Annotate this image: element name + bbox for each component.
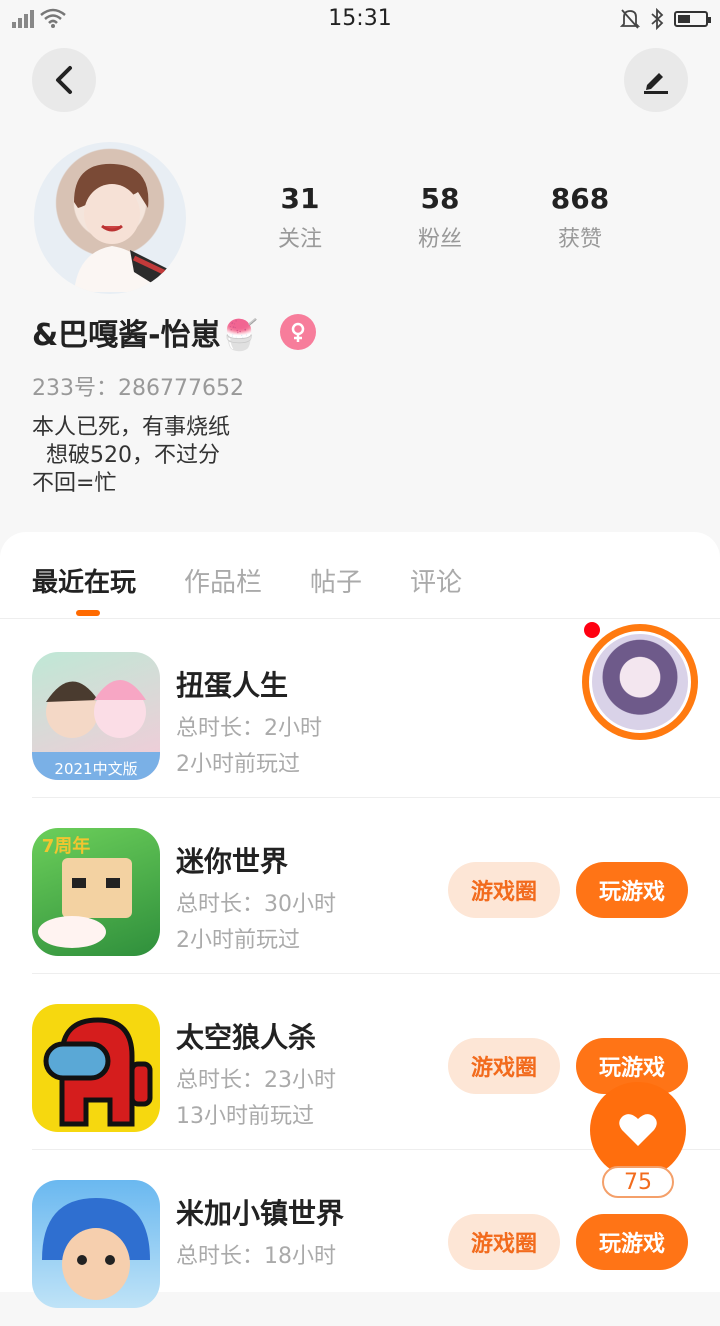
play-game-button[interactable]: 玩游戏 bbox=[576, 1214, 688, 1270]
tab-posts[interactable]: 帖子 bbox=[310, 562, 362, 599]
game-icon[interactable] bbox=[32, 1004, 160, 1132]
game-last-played: 2小时前玩过 bbox=[176, 928, 300, 953]
game-name: 迷你世界 bbox=[176, 845, 289, 878]
game-name: 扭蛋人生 bbox=[176, 669, 289, 702]
floating-avatar-image bbox=[589, 631, 691, 733]
status-bar: 15:31 bbox=[0, 0, 720, 40]
like-button[interactable] bbox=[590, 1082, 686, 1178]
bluetooth-icon bbox=[651, 8, 664, 30]
mute-bell-icon bbox=[620, 9, 640, 29]
heart-icon bbox=[619, 1114, 657, 1146]
tab-comments[interactable]: 评论 bbox=[410, 562, 462, 599]
stat-following[interactable]: 31 关注 bbox=[230, 182, 370, 253]
game-list-item[interactable]: 7周年 迷你世界 总时长：30小时 2小时前玩过 游戏圈 玩游戏 bbox=[32, 798, 720, 974]
bio: 本人已死，有事烧纸 想破520，不过分 不回=忙 bbox=[32, 415, 231, 496]
back-arrow-icon bbox=[56, 66, 72, 94]
floating-user-avatar[interactable] bbox=[582, 624, 698, 740]
game-last-played: 2小时前玩过 bbox=[176, 752, 300, 777]
tab-works[interactable]: 作品栏 bbox=[184, 562, 262, 599]
stat-number: 58 bbox=[420, 182, 460, 215]
female-gender-icon bbox=[279, 314, 316, 350]
user-id: 233号：286777652 bbox=[32, 376, 244, 401]
username-row: &巴嘎酱-怡崽🍧 bbox=[32, 310, 316, 354]
tab-recently-played[interactable]: 最近在玩 bbox=[32, 562, 136, 616]
game-icon-label: 2021中文版 bbox=[54, 760, 137, 778]
battery-icon bbox=[674, 11, 711, 27]
stat-label: 粉丝 bbox=[417, 227, 462, 252]
username: &巴嘎酱-怡崽🍧 bbox=[32, 318, 258, 353]
game-circle-button[interactable]: 游戏圈 bbox=[448, 1214, 560, 1270]
game-icon-label: 7周年 bbox=[42, 835, 91, 857]
game-duration: 总时长：30小时 bbox=[176, 892, 336, 917]
game-icon[interactable]: 2021中文版 bbox=[32, 652, 160, 780]
game-last-played: 13小时前玩过 bbox=[176, 1104, 314, 1129]
tab-divider bbox=[0, 618, 720, 619]
game-circle-button[interactable]: 游戏圈 bbox=[448, 862, 560, 918]
game-name: 米加小镇世界 bbox=[176, 1197, 345, 1230]
stat-followers[interactable]: 58 粉丝 bbox=[370, 182, 510, 253]
edit-pencil-icon bbox=[644, 73, 668, 94]
stat-number: 868 bbox=[550, 182, 610, 215]
play-game-button[interactable]: 玩游戏 bbox=[576, 862, 688, 918]
avatar[interactable] bbox=[34, 142, 186, 294]
notification-dot bbox=[584, 622, 600, 638]
game-icon[interactable]: 7周年 bbox=[32, 828, 160, 956]
stat-label: 关注 bbox=[277, 227, 322, 252]
stat-number: 31 bbox=[280, 182, 320, 215]
game-icon[interactable] bbox=[32, 1180, 160, 1308]
game-duration: 总时长：18小时 bbox=[176, 1244, 336, 1269]
back-button[interactable] bbox=[32, 48, 96, 112]
stat-label: 获赞 bbox=[557, 227, 602, 252]
stat-likes[interactable]: 868 获赞 bbox=[510, 182, 650, 253]
avatar-illustration bbox=[74, 163, 174, 292]
tab-bar: 最近在玩 作品栏 帖子 评论 bbox=[32, 562, 462, 616]
status-time: 15:31 bbox=[328, 6, 392, 31]
game-duration: 总时长：23小时 bbox=[176, 1068, 336, 1093]
profile-stats: 31 关注 58 粉丝 868 获赞 bbox=[230, 182, 650, 253]
like-count: 75 bbox=[602, 1166, 674, 1198]
status-right bbox=[620, 8, 711, 30]
game-circle-button[interactable]: 游戏圈 bbox=[448, 1038, 560, 1094]
edit-profile-button[interactable] bbox=[624, 48, 688, 112]
game-name: 太空狼人杀 bbox=[176, 1021, 317, 1054]
game-duration: 总时长：2小时 bbox=[176, 716, 322, 741]
